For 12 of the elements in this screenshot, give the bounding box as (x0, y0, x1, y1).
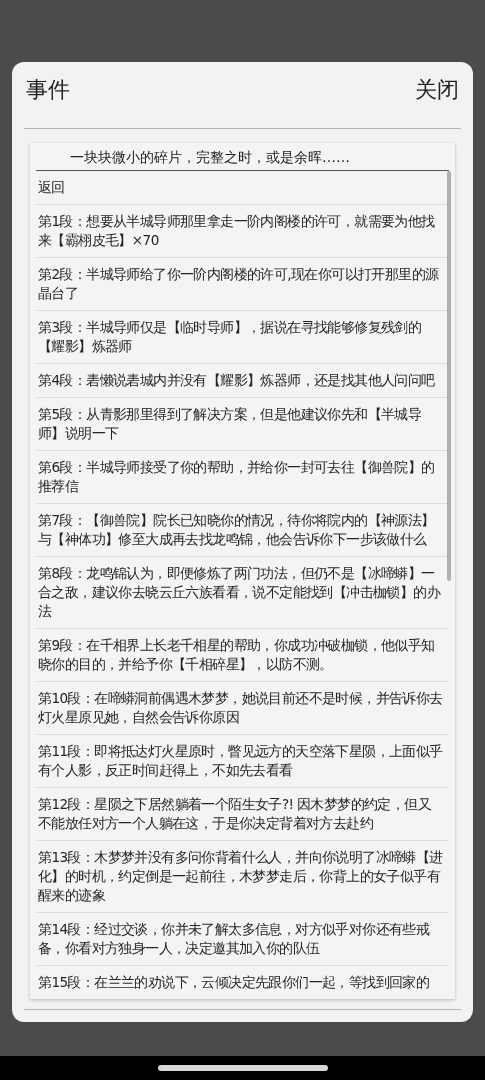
event-entry[interactable]: 第14段：经过交谈，你并未了解太多信息，对方似乎对你还有些戒备，你看对方独身一人，决定邀其加入你的队伍 (36, 913, 449, 966)
event-entry[interactable]: 第12段：星陨之下居然躺着一个陌生女子?! 因木梦梦的约定，但又不能放任对方一个人躺在这，于是你决定背着对方去赴约 (36, 788, 449, 841)
dialog-title: 事件 (26, 76, 70, 104)
event-entry[interactable]: 第9段：在千相界上长老千相星的帮助，你成功冲破枷锁，他似乎知晓你的目的，并给予你【千相碎星】，以防不测。 (36, 629, 449, 682)
close-button[interactable]: 关闭 (415, 75, 459, 105)
event-entry[interactable]: 第15段：在兰兰的劝说下，云倾决定先跟你们一起，等找到回家的 (36, 966, 449, 999)
home-indicator[interactable] (157, 1065, 328, 1071)
event-entry[interactable]: 第10段：在啼蟒洞前偶遇木梦梦，她说目前还不是时候，并告诉你去灯火星原见她，自然会告诉你原因 (36, 682, 449, 735)
event-entry[interactable]: 第11段：即将抵达灯火星原时，瞥见远方的天空落下星陨，上面似乎有个人影，反正时间赶得上，不如先去看看 (36, 735, 449, 788)
event-entry[interactable]: 第13段：木梦梦并没有多问你背着什么人，并向你说明了冰啼蟒【进化】的时机，约定倒是一起前往，木梦梦走后，你背上的女子似乎有醒来的迹象 (36, 841, 449, 913)
scrollbar[interactable] (447, 171, 451, 581)
subtitle: 一块块微小的碎片，完整之时，或是余晖…… (36, 143, 449, 171)
